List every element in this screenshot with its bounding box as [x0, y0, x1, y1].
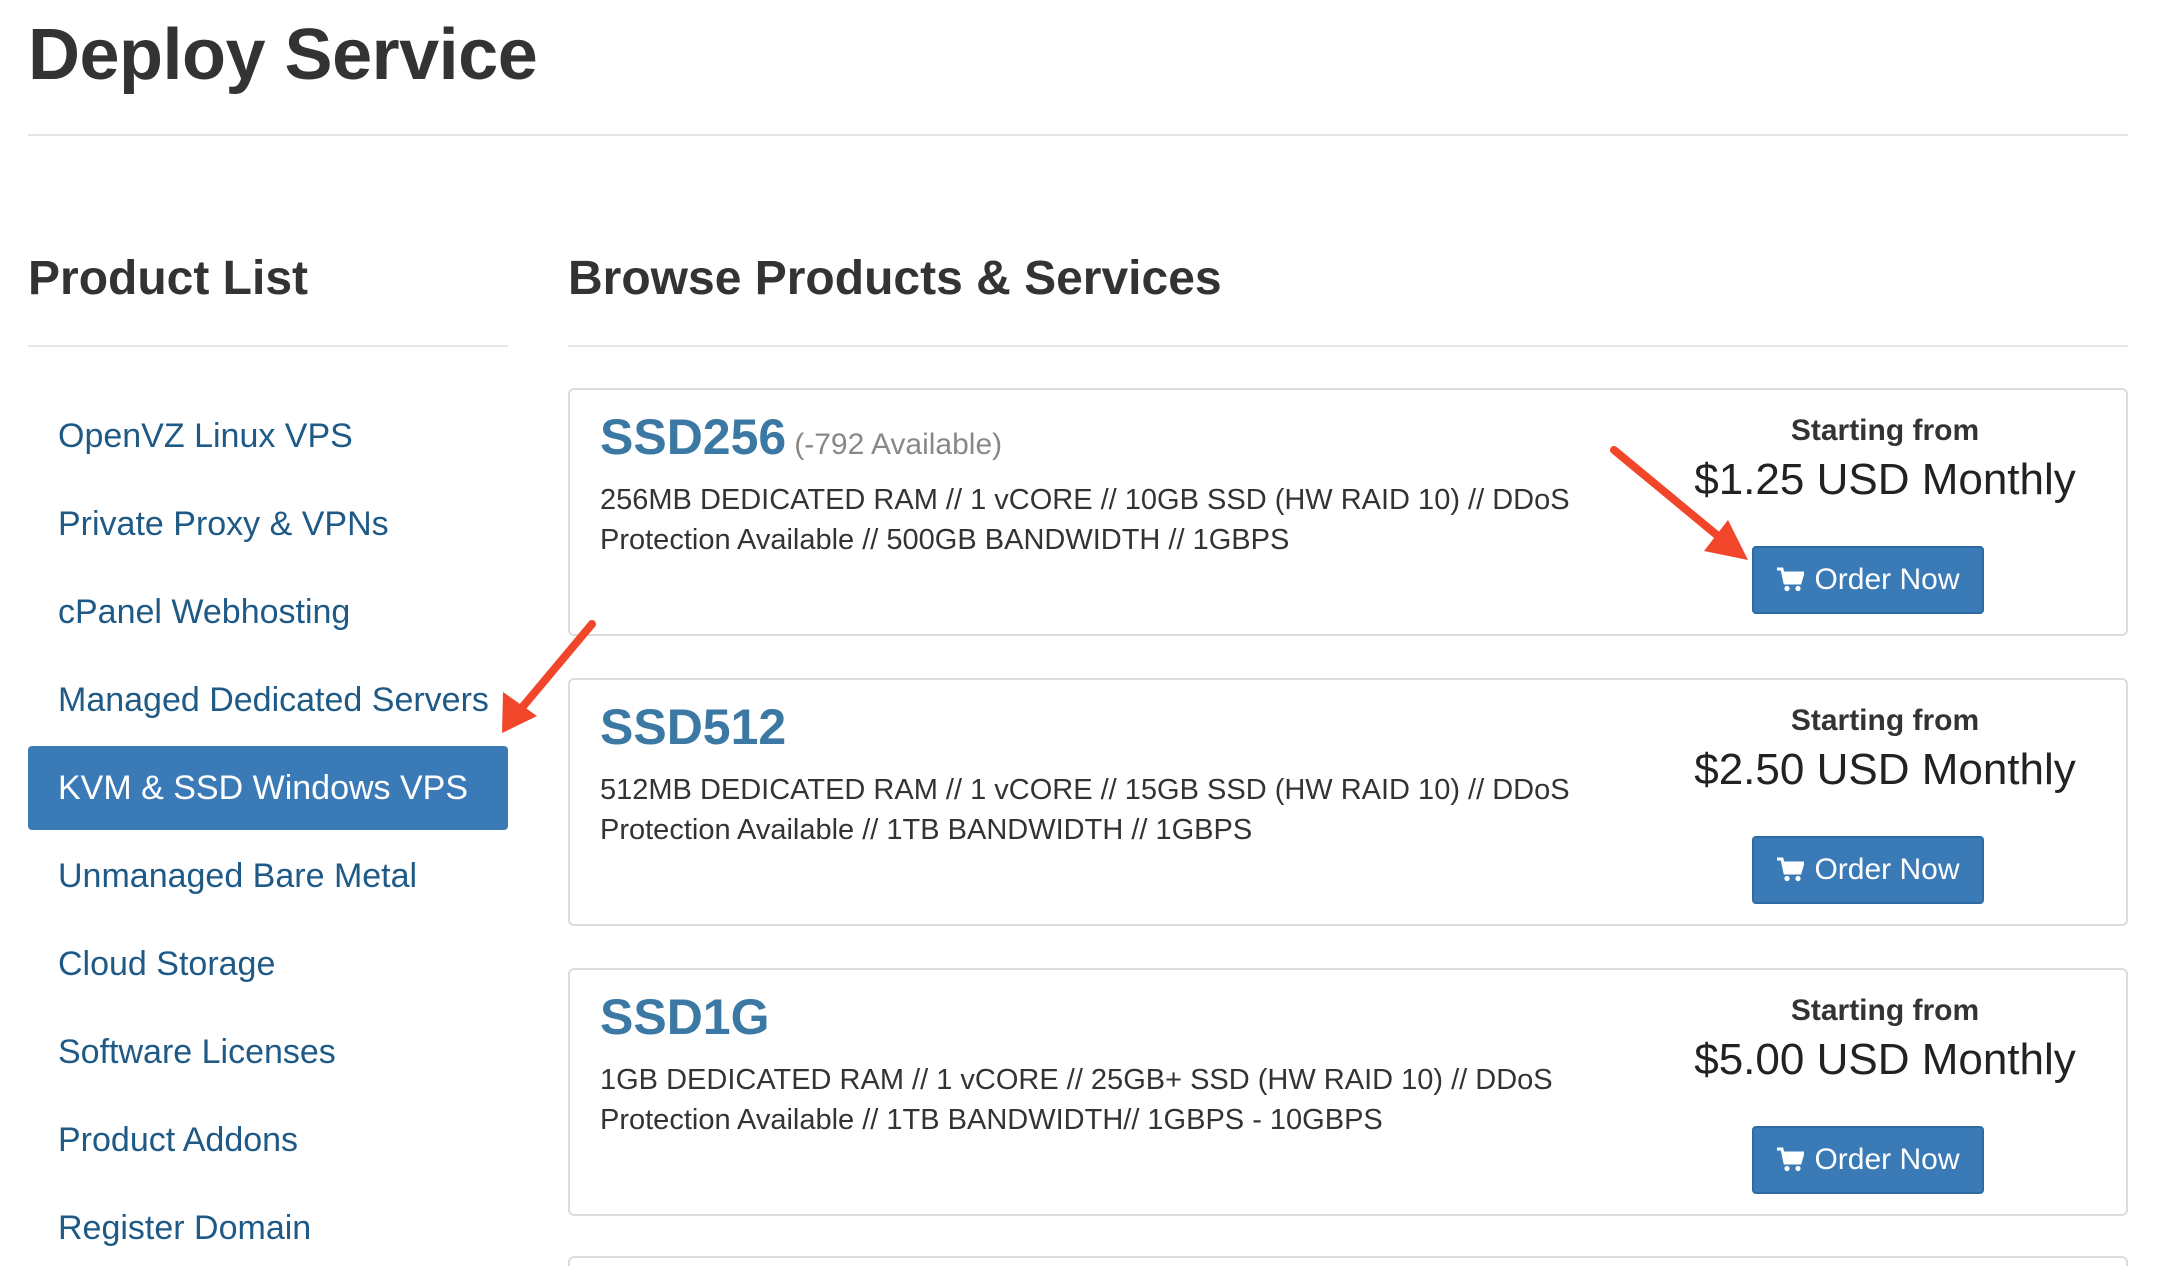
sidebar-item-cloud-storage[interactable]: Cloud Storage: [28, 922, 508, 1006]
sidebar-heading-divider: [28, 345, 508, 347]
order-now-button[interactable]: Order Now: [1752, 546, 1984, 614]
product-name: SSD512: [600, 698, 786, 756]
sidebar-item-managed-dedicated-servers[interactable]: Managed Dedicated Servers: [28, 658, 508, 742]
sidebar-item-private-proxy-vpns[interactable]: Private Proxy & VPNs: [28, 482, 508, 566]
product-description: 1GB DEDICATED RAM // 1 vCORE // 25GB+ SS…: [600, 1064, 1553, 1136]
sidebar-item-register-domain[interactable]: Register Domain: [28, 1186, 508, 1270]
main-heading: Browse Products & Services: [568, 252, 1222, 305]
sidebar-heading: Product List: [28, 252, 309, 305]
starting-from-label: Starting from: [1790, 994, 1980, 1027]
product-card-ssd256: SSD256 (-792 Available) 256MB DEDICATED R…: [568, 388, 2128, 636]
product-price: $5.00 USD Monthly: [1694, 1035, 2076, 1084]
product-availability: (-792 Available): [794, 428, 1003, 461]
order-now-button[interactable]: Order Now: [1752, 1126, 1984, 1194]
product-list-nav: OpenVZ Linux VPS Private Proxy & VPNs cP…: [28, 394, 508, 1274]
order-now-label: Order Now: [1814, 563, 1960, 596]
price-block: Starting from $1.25 USD Monthly: [1670, 410, 2100, 508]
product-name: SSD256 (-792 Available): [600, 408, 1002, 466]
page-title: Deploy Service: [28, 15, 538, 95]
starting-from-label: Starting from: [1790, 414, 1980, 447]
product-description: 512MB DEDICATED RAM // 1 vCORE // 15GB S…: [600, 774, 1570, 846]
order-now-button[interactable]: Order Now: [1752, 836, 1984, 904]
product-name-label: SSD256: [600, 409, 787, 465]
sidebar-item-openvz-linux-vps[interactable]: OpenVZ Linux VPS: [28, 394, 508, 478]
order-now-label: Order Now: [1814, 1143, 1960, 1176]
product-name-label: SSD1G: [600, 989, 770, 1045]
shopping-cart-icon: [1777, 1147, 1805, 1172]
sidebar-item-cpanel-webhosting[interactable]: cPanel Webhosting: [28, 570, 508, 654]
product-card-ssd512: SSD512 512MB DEDICATED RAM // 1 vCORE //…: [568, 678, 2128, 926]
shopping-cart-icon: [1777, 567, 1805, 592]
price-block: Starting from $5.00 USD Monthly: [1670, 990, 2100, 1088]
product-card-ssd1g: SSD1G 1GB DEDICATED RAM // 1 vCORE // 25…: [568, 968, 2128, 1216]
product-name-label: SSD512: [600, 699, 787, 755]
title-divider: [28, 134, 2128, 136]
order-now-label: Order Now: [1814, 853, 1960, 886]
price-block: Starting from $2.50 USD Monthly: [1670, 700, 2100, 798]
sidebar-item-product-addons[interactable]: Product Addons: [28, 1098, 508, 1182]
product-name: SSD1G: [600, 988, 770, 1046]
shopping-cart-icon: [1777, 857, 1805, 882]
sidebar-item-unmanaged-bare-metal[interactable]: Unmanaged Bare Metal: [28, 834, 508, 918]
main-heading-divider: [568, 345, 2128, 347]
sidebar-item-kvm-ssd-windows-vps[interactable]: KVM & SSD Windows VPS: [28, 746, 508, 830]
product-price: $2.50 USD Monthly: [1694, 745, 2076, 794]
product-card-partial: [568, 1256, 2128, 1266]
starting-from-label: Starting from: [1790, 704, 1980, 737]
product-price: $1.25 USD Monthly: [1694, 455, 2076, 504]
product-description: 256MB DEDICATED RAM // 1 vCORE // 10GB S…: [600, 484, 1570, 556]
sidebar-item-software-licenses[interactable]: Software Licenses: [28, 1010, 508, 1094]
